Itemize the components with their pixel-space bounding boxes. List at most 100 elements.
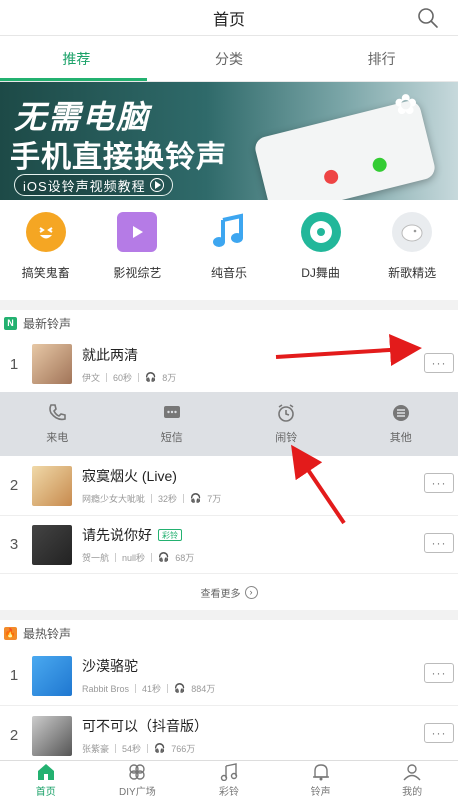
song-index: 1 xyxy=(9,667,19,684)
song-duration: 41秒 xyxy=(142,684,162,694)
song-plays: 7万 xyxy=(207,494,222,504)
see-more-label: 查看更多 xyxy=(200,588,241,600)
bottom-nav: 首页 DIY广场 彩铃 铃声 我的 xyxy=(0,760,458,800)
nav-mine[interactable]: 我的 xyxy=(366,761,458,800)
song-cover xyxy=(32,465,72,506)
song-duration: 54秒 xyxy=(122,744,142,754)
nav-label: 铃声 xyxy=(310,787,331,798)
color-ring-badge: 彩铃 xyxy=(158,529,182,541)
nav-label: 我的 xyxy=(402,787,423,798)
music-note-icon xyxy=(209,212,249,252)
action-label: 短信 xyxy=(160,432,183,444)
song-row[interactable]: 2 寂寞烟火 (Live) 网瘾少女大呲呲 32秒 🎧 7万 ··· xyxy=(0,456,458,516)
section-header: 🔥 最热铃声 xyxy=(0,620,458,646)
category-dj[interactable]: DJ舞曲 xyxy=(275,212,367,300)
tab-category[interactable]: 分类 xyxy=(153,36,306,81)
play-icon xyxy=(149,178,164,192)
pig-icon xyxy=(392,212,433,252)
music-icon xyxy=(220,763,238,781)
headphones-icon: 🎧 xyxy=(174,683,186,693)
more-options-button[interactable]: ··· xyxy=(424,663,454,683)
set-other-button[interactable]: 其他 xyxy=(344,392,458,456)
app-root: 首页 推荐 分类 排行 无需电脑 手机直接换铃声 iOS设铃声视频教程 ✿ 搞笑… xyxy=(0,0,458,800)
search-icon[interactable] xyxy=(416,6,440,30)
song-title: 可不可以（抖音版） xyxy=(82,718,208,734)
song-duration: 60秒 xyxy=(113,372,133,383)
song-title: 请先说你好 xyxy=(82,527,152,543)
action-label: 其他 xyxy=(389,432,412,444)
tab-bar: 推荐 分类 排行 xyxy=(0,36,458,82)
category-funny[interactable]: 搞笑鬼畜 xyxy=(0,212,92,300)
category-pure-music[interactable]: 纯音乐 xyxy=(183,212,275,300)
nav-ringtone[interactable]: 铃声 xyxy=(275,761,367,800)
nav-label: 首页 xyxy=(35,787,56,798)
song-title: 就此两清 xyxy=(82,346,138,363)
tab-ranking[interactable]: 排行 xyxy=(305,36,458,81)
menu-icon xyxy=(392,405,409,421)
more-options-button[interactable]: ··· xyxy=(424,353,454,373)
song-duration: 32秒 xyxy=(158,494,178,504)
laugh-icon xyxy=(25,212,66,252)
tab-label: 推荐 xyxy=(62,50,91,67)
category-label: 影视综艺 xyxy=(113,266,162,280)
song-index: 3 xyxy=(9,536,19,553)
song-cover xyxy=(32,344,72,384)
banner-pill-label: iOS设铃声视频教程 xyxy=(23,178,146,194)
see-more-link[interactable]: 查看更多 › xyxy=(0,574,458,610)
set-sms-tone-button[interactable]: 短信 xyxy=(115,392,230,456)
phone-icon xyxy=(49,404,67,421)
set-alarm-button[interactable]: 闹铃 xyxy=(229,392,344,456)
more-options-button[interactable]: ··· xyxy=(424,533,454,553)
nav-home[interactable]: 首页 xyxy=(0,761,92,800)
home-icon xyxy=(37,764,54,780)
tab-label: 排行 xyxy=(367,50,396,67)
promo-banner[interactable]: 无需电脑 手机直接换铃声 iOS设铃声视频教程 ✿ xyxy=(0,82,458,200)
song-duration: null秒 xyxy=(122,553,146,563)
headphones-icon: 🎧 xyxy=(190,493,202,503)
action-label: 闹铃 xyxy=(275,432,298,444)
nav-color-ring[interactable]: 彩铃 xyxy=(183,761,275,800)
new-badge-icon: N xyxy=(4,316,17,330)
song-index: 2 xyxy=(9,477,19,494)
category-video[interactable]: 影视综艺 xyxy=(92,212,184,300)
song-row[interactable]: 3 请先说你好 彩铃 贺一航 null秒 🎧 68万 ··· xyxy=(0,516,458,574)
chevron-right-icon: › xyxy=(244,585,258,599)
song-cover xyxy=(32,655,72,696)
fire-icon: 🔥 xyxy=(4,626,17,640)
nav-diy[interactable]: DIY广场 xyxy=(92,761,184,800)
top-bar: 首页 xyxy=(0,0,458,36)
song-row[interactable]: 1 就此两清 伊文 60秒 🎧 8万 ··· xyxy=(0,336,458,392)
more-options-button[interactable]: ··· xyxy=(424,723,454,743)
category-label: 搞笑鬼畜 xyxy=(21,266,70,280)
song-row[interactable]: 2 可不可以（抖音版） 张紫豪 54秒 🎧 766万 ··· xyxy=(0,706,458,766)
set-call-ringtone-button[interactable]: 来电 xyxy=(0,392,115,456)
banner-tutorial-pill[interactable]: iOS设铃声视频教程 xyxy=(14,174,173,196)
song-artist: 贺一航 xyxy=(82,553,110,563)
section-title: 最新铃声 xyxy=(23,316,72,331)
diy-icon xyxy=(129,764,146,780)
song-plays: 884万 xyxy=(191,684,216,694)
more-options-button[interactable]: ··· xyxy=(424,473,454,493)
nav-label: DIY广场 xyxy=(119,787,156,798)
category-row: 搞笑鬼畜 影视综艺 纯音乐 DJ舞曲 新歌精选 xyxy=(0,200,458,300)
song-plays: 766万 xyxy=(171,744,196,754)
song-title: 寂寞烟火 (Live) xyxy=(82,468,177,484)
disc-icon xyxy=(300,212,341,252)
user-icon xyxy=(403,764,421,781)
ringtone-action-bar: 来电 短信 闹铃 其他 xyxy=(0,392,458,456)
headphones-icon: 🎧 xyxy=(145,371,157,382)
song-index: 2 xyxy=(9,727,19,744)
flower-decoration-icon: ✿ xyxy=(394,89,418,120)
tab-recommend[interactable]: 推荐 xyxy=(0,36,153,81)
decline-call-icon xyxy=(322,168,340,186)
action-label: 来电 xyxy=(46,432,69,444)
accept-call-icon xyxy=(371,156,389,174)
video-icon xyxy=(117,212,158,252)
category-new-songs[interactable]: 新歌精选 xyxy=(366,212,458,300)
song-artist: 伊文 xyxy=(82,372,101,383)
song-index: 1 xyxy=(9,355,19,373)
section-header: N 最新铃声 xyxy=(0,310,458,336)
bell-icon xyxy=(312,764,329,781)
song-cover xyxy=(32,524,72,565)
song-row[interactable]: 1 沙漠骆驼 Rabbit Bros 41秒 🎧 884万 ··· xyxy=(0,646,458,706)
